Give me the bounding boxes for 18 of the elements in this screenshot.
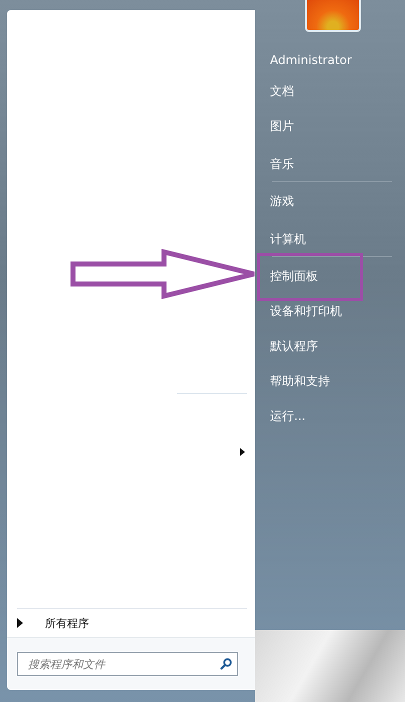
search-field[interactable]: 搜索程序和文件 xyxy=(17,652,238,676)
menu-item[interactable]: 帮助和支持 xyxy=(255,364,405,399)
menu-item[interactable]: 默认程序 xyxy=(255,329,405,364)
search-icon xyxy=(220,658,232,670)
menu-item[interactable]: 设备和打印机 xyxy=(255,294,405,329)
menu-item[interactable]: 游戏 xyxy=(255,184,405,219)
menu-item[interactable]: 控制面板 xyxy=(255,259,405,294)
user-name-link[interactable]: Administrator xyxy=(255,46,405,74)
all-programs-label: 所有程序 xyxy=(45,616,89,630)
menu-item[interactable]: 运行... xyxy=(255,399,405,434)
submenu-arrow-icon[interactable] xyxy=(240,448,245,456)
menu-item[interactable]: 音乐 xyxy=(255,144,405,184)
menu-item[interactable]: 图片 xyxy=(255,109,405,144)
menu-item[interactable]: 文档 xyxy=(255,74,405,109)
flower-photo-placeholder xyxy=(305,0,361,32)
all-programs-item[interactable]: 所有程序 xyxy=(7,609,255,637)
menu-item[interactable]: 计算机 xyxy=(255,219,405,259)
triangle-icon xyxy=(17,618,23,628)
